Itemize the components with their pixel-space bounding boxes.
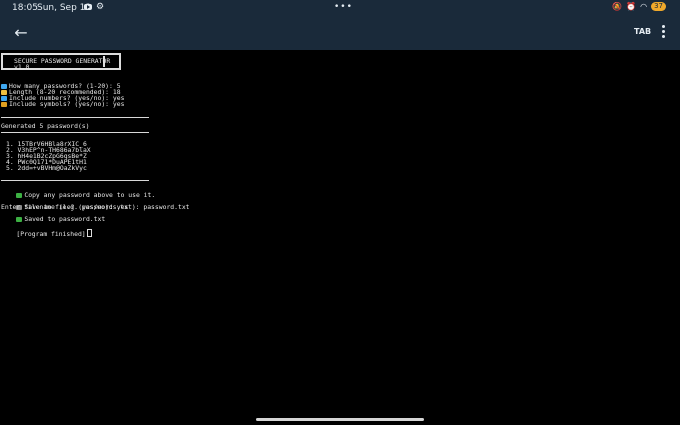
gesture-handle[interactable] (256, 418, 424, 421)
app-toolbar: ← TAB (0, 16, 680, 50)
status-time: 18:05 (12, 3, 38, 13)
generated-count-line: Generated 5 password(s) (1, 122, 90, 130)
ruler-icon (1, 89, 7, 95)
back-arrow-icon[interactable]: ← (12, 24, 30, 42)
more-options-icon[interactable] (658, 23, 668, 43)
tab-button[interactable]: TAB (634, 27, 651, 36)
program-finished-line: [Program finished] (1, 223, 92, 244)
prompt-line: Include symbols? (yes/no): yes (1, 101, 124, 107)
separator-line (1, 132, 149, 133)
multitask-dots[interactable]: ••• (334, 2, 353, 12)
check-icon (16, 216, 23, 222)
text-cursor (86, 229, 92, 238)
alarm-icon: ⏰ (626, 2, 637, 11)
status-date: Sun, Sep 13 (37, 3, 92, 13)
battery-badge: 37 (651, 2, 666, 11)
banner-version: v1.0 (14, 63, 30, 71)
mute-icon: 🔕 (612, 2, 623, 11)
keypad-icon (1, 83, 7, 89)
system-tray: 🔕 ⏰ ◠ 37 (612, 2, 666, 11)
settings-icon: ⚙ (96, 2, 105, 12)
numbers-icon (1, 95, 7, 101)
status-bar: 18:05 Sun, Sep 13 ⚙ ••• 🔕 ⏰ ◠ 37 (0, 0, 680, 16)
terminal-output[interactable]: SECURE PASSWORD GENERATOR v1.0 How many … (0, 50, 680, 412)
wifi-icon: ◠ (640, 2, 648, 11)
password-item[interactable]: 5. 2dd=+vBVHm@OaZkVyc (6, 165, 87, 172)
symbols-icon (1, 101, 7, 107)
youtube-icon (84, 4, 92, 10)
check-icon (16, 192, 23, 198)
separator-line (1, 180, 149, 181)
separator-line (1, 117, 149, 118)
